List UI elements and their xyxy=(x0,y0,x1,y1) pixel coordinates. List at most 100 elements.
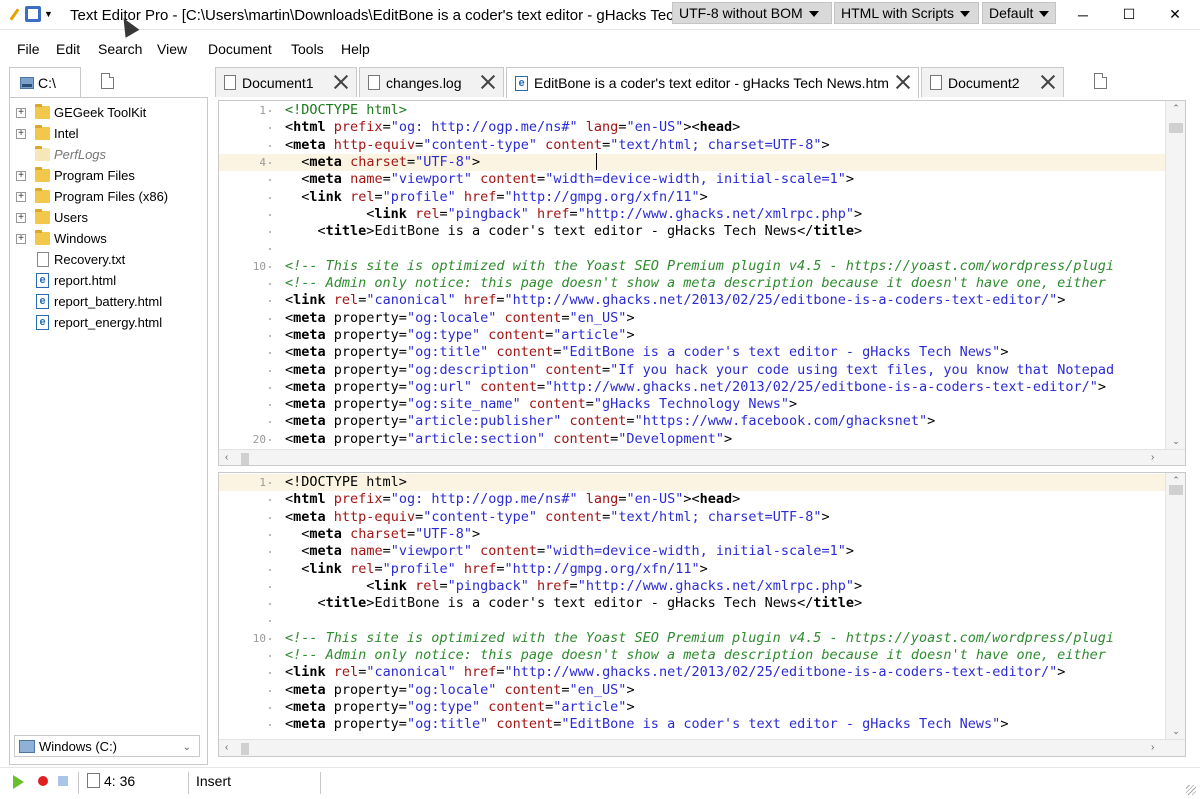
tab-document2[interactable]: Document2 xyxy=(921,67,1064,97)
code-line[interactable]: <link rel="canonical" href="http://www.g… xyxy=(219,664,1165,681)
code-line[interactable]: 10 <!-- This site is optimized with the Y… xyxy=(219,258,1165,275)
expand-icon[interactable]: + xyxy=(16,171,26,181)
code-line[interactable]: <meta http-equiv="content-type" content=… xyxy=(219,509,1165,526)
drive-select[interactable]: Windows (C:) ⌄ xyxy=(14,735,200,757)
expand-icon[interactable]: + xyxy=(16,192,26,202)
menu-document[interactable]: Document xyxy=(208,41,272,57)
menu-file[interactable]: File xyxy=(17,41,40,57)
code-line[interactable]: <link rel="pingback" href="http://www.gh… xyxy=(219,578,1165,595)
gutter-mark xyxy=(269,551,271,554)
scroll-left-icon[interactable]: ‹ xyxy=(225,452,228,463)
code-line[interactable]: <meta property="og:type" content="articl… xyxy=(219,699,1165,716)
insert-mode-indicator[interactable]: Insert xyxy=(196,773,231,789)
code-line[interactable]: <meta property="og:site_name" content="g… xyxy=(219,396,1165,413)
menu-help[interactable]: Help xyxy=(341,41,370,57)
window-title: Text Editor Pro - [C:\Users\martin\Downl… xyxy=(70,7,758,24)
stop-macro-icon[interactable] xyxy=(58,776,68,786)
code-line[interactable]: <!-- Admin only notice: this page doesn'… xyxy=(219,275,1165,292)
gutter-mark xyxy=(269,655,271,657)
code-line[interactable]: <link rel="profile" href="http://gmpg.or… xyxy=(219,561,1165,578)
code-line[interactable]: <html prefix="og: http://ogp.me/ns#" lan… xyxy=(219,491,1165,508)
code-line[interactable]: 10 <!-- This site is optimized with the Y… xyxy=(219,630,1165,647)
code-line[interactable] xyxy=(219,240,1165,257)
code-line[interactable]: <meta property="og:locale" content="en_U… xyxy=(219,682,1165,699)
code-line[interactable]: <meta name="viewport" content="width=dev… xyxy=(219,171,1165,188)
code-line[interactable]: <meta property="article:publisher" conte… xyxy=(219,413,1165,430)
code-line[interactable]: <title>EditBone is a coder's text editor… xyxy=(219,595,1165,612)
new-tab-icon[interactable] xyxy=(1094,73,1107,89)
new-file-tab-icon[interactable] xyxy=(101,73,114,89)
status-bar: 4: 36 Insert xyxy=(0,767,1200,799)
horizontal-scrollbar[interactable]: ‹ › xyxy=(219,449,1185,465)
code-line[interactable]: 1 <!DOCTYPE html> xyxy=(219,474,1165,491)
code-line[interactable]: <meta property="og:locale" content="en_U… xyxy=(219,310,1165,327)
tab-document1[interactable]: Document1 xyxy=(215,67,357,97)
close-window-button[interactable]: ✕ xyxy=(1152,0,1198,29)
code-line[interactable]: <meta name="viewport" content="width=dev… xyxy=(219,543,1165,560)
scroll-thumb[interactable] xyxy=(1169,485,1183,495)
quick-access-dropdown-icon[interactable]: ▼ xyxy=(44,9,53,19)
code-line[interactable]: <meta property="og:title" content="EditB… xyxy=(219,344,1165,361)
chevron-down-icon xyxy=(1039,11,1050,18)
scroll-up-icon[interactable]: ⌃ xyxy=(1166,103,1185,114)
tab-drive[interactable]: C:\ xyxy=(9,67,81,97)
code-line[interactable]: <!-- Admin only notice: this page doesn'… xyxy=(219,647,1165,664)
menu-search[interactable]: Search xyxy=(98,41,142,57)
expand-icon[interactable]: + xyxy=(16,213,26,223)
editor-pane-bottom[interactable]: 1 <!DOCTYPE html> <html prefix="og: http:/… xyxy=(218,472,1186,757)
tab-changes-log[interactable]: changes.log xyxy=(359,67,504,97)
encoding-dropdown[interactable]: UTF-8 without BOM xyxy=(672,2,832,24)
pencil-app-icon[interactable] xyxy=(8,7,22,21)
tree-label: Program Files (x86) xyxy=(54,189,169,204)
document-view-icon[interactable] xyxy=(25,6,41,22)
scroll-right-icon[interactable]: › xyxy=(1151,742,1154,753)
scroll-down-icon[interactable]: ⌄ xyxy=(1166,726,1185,737)
editor-pane-top[interactable]: 1 <!DOCTYPE html> <html prefix="og: http:/… xyxy=(218,100,1186,466)
color-scheme-dropdown[interactable]: Default xyxy=(982,2,1056,24)
code-line[interactable]: <link rel="canonical" href="http://www.g… xyxy=(219,292,1165,309)
code-line[interactable]: <meta property="og:type" content="articl… xyxy=(219,327,1165,344)
scroll-thumb[interactable] xyxy=(1169,123,1183,133)
code-line[interactable]: <title>EditBone is a coder's text editor… xyxy=(219,223,1165,240)
expand-icon[interactable]: + xyxy=(16,234,26,244)
expand-icon[interactable]: + xyxy=(16,129,26,139)
code-line[interactable]: <link rel="profile" href="http://gmpg.or… xyxy=(219,189,1165,206)
code-line[interactable]: <meta http-equiv="content-type" content=… xyxy=(219,137,1165,154)
code-line[interactable]: <html prefix="og: http://ogp.me/ns#" lan… xyxy=(219,119,1165,136)
tab-editbone-htm[interactable]: e EditBone is a coder's text editor - gH… xyxy=(506,67,919,98)
code-line[interactable] xyxy=(219,612,1165,629)
gutter-mark xyxy=(269,689,271,692)
scroll-down-icon[interactable]: ⌄ xyxy=(1166,436,1185,447)
close-tab-icon[interactable] xyxy=(479,73,497,91)
menu-view[interactable]: View xyxy=(157,41,187,57)
code-line[interactable]: <meta property="og:title" content="EditB… xyxy=(219,716,1165,733)
menu-edit[interactable]: Edit xyxy=(56,41,80,57)
expand-icon[interactable]: + xyxy=(16,108,26,118)
vertical-scrollbar[interactable]: ⌃ ⌄ xyxy=(1165,473,1185,739)
vertical-scrollbar[interactable]: ⌃ ⌄ xyxy=(1165,101,1185,449)
code-line[interactable]: <meta charset="UTF-8"> xyxy=(219,526,1165,543)
close-tab-icon[interactable] xyxy=(894,73,912,91)
close-tab-icon[interactable] xyxy=(1039,73,1057,91)
code-line[interactable]: 1 <!DOCTYPE html> xyxy=(219,102,1165,119)
code-line[interactable]: 20 <meta property="article:section" conte… xyxy=(219,431,1165,448)
scroll-right-icon[interactable]: › xyxy=(1151,452,1154,463)
scroll-left-icon[interactable]: ‹ xyxy=(225,742,228,753)
maximize-button[interactable]: ☐ xyxy=(1106,0,1152,29)
highlighter-dropdown[interactable]: HTML with Scripts xyxy=(834,2,979,24)
gutter-mark xyxy=(269,637,271,640)
code-text: <meta property="article:section" content… xyxy=(285,430,733,447)
record-macro-icon[interactable] xyxy=(38,776,48,786)
close-tab-icon[interactable] xyxy=(332,73,350,91)
play-macro-icon[interactable] xyxy=(13,775,24,789)
scroll-thumb[interactable] xyxy=(241,743,249,755)
minimize-button[interactable]: ─ xyxy=(1060,0,1106,29)
code-line[interactable]: 4 <meta charset="UTF-8"> xyxy=(219,153,1165,171)
code-line[interactable]: <meta property="og:description" content=… xyxy=(219,362,1165,379)
scroll-thumb[interactable] xyxy=(241,453,249,465)
code-line[interactable]: <meta property="og:url" content="http://… xyxy=(219,379,1165,396)
code-line[interactable]: <link rel="pingback" href="http://www.gh… xyxy=(219,206,1165,223)
menu-tools[interactable]: Tools xyxy=(291,41,324,57)
resize-grip-icon[interactable] xyxy=(1186,785,1196,795)
horizontal-scrollbar[interactable]: ‹ › xyxy=(219,739,1185,756)
